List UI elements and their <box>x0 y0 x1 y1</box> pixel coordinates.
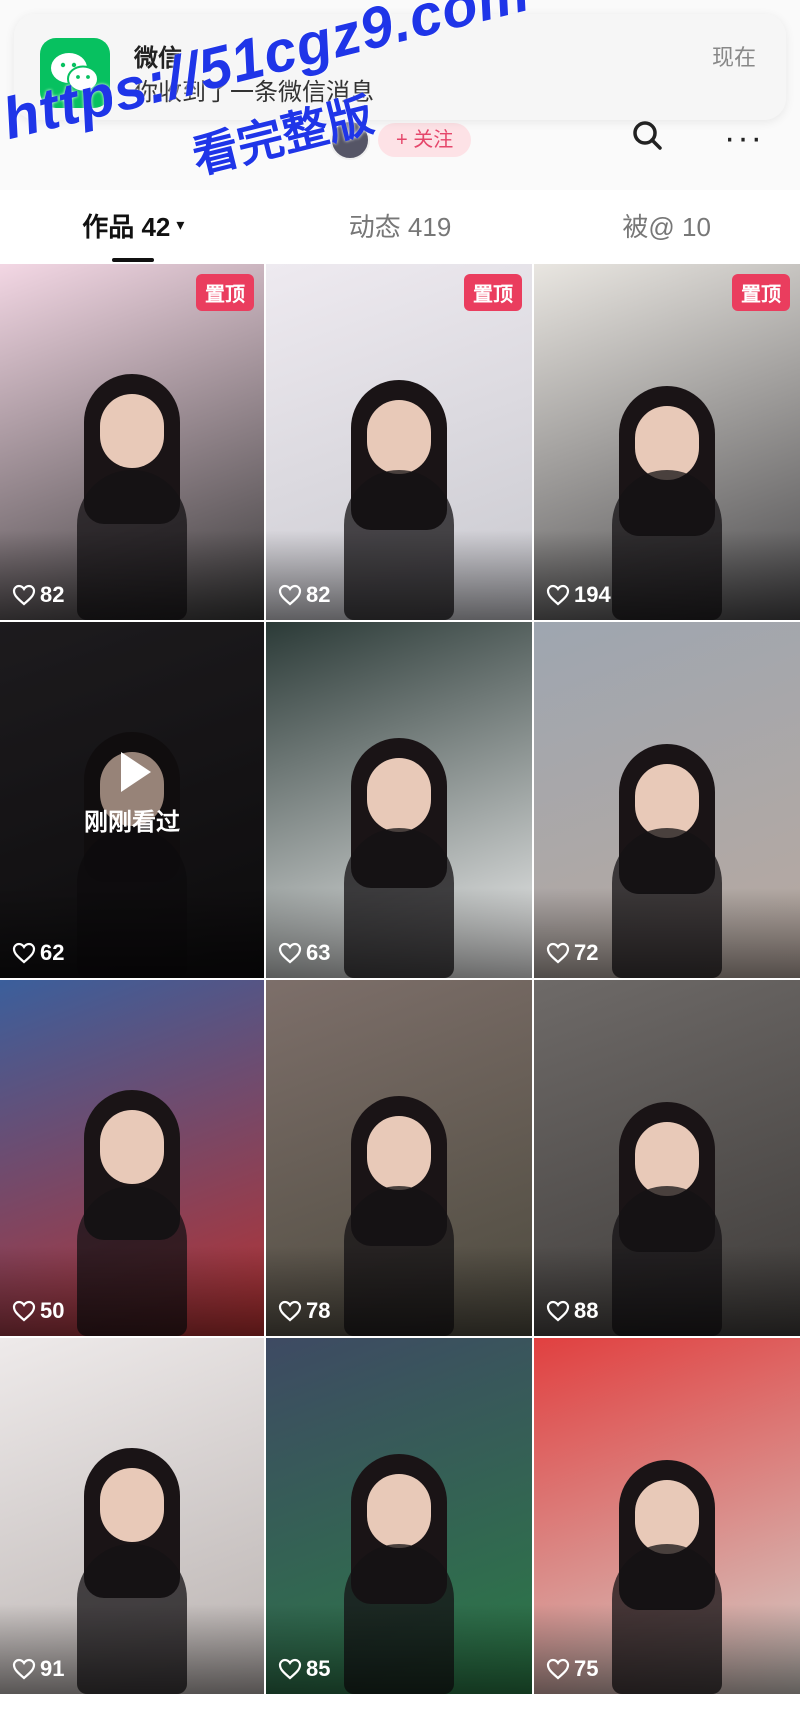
video-tile[interactable]: 置顶 82 <box>0 264 264 620</box>
thumbnail-face <box>100 394 164 468</box>
profile-avatar-row: + 关注 <box>330 120 472 160</box>
like-count-value: 72 <box>574 940 599 965</box>
video-grid: 置顶 82 置顶 82 置顶 194 刚刚看过 62 63 72 50 78 88 91 85 75 <box>0 264 800 1734</box>
video-tile[interactable]: 置顶 82 <box>266 264 532 620</box>
video-tile[interactable]: 88 <box>534 980 800 1336</box>
thumbnail-face <box>635 406 699 480</box>
wechat-notification[interactable]: 微信 你收到了一条微信消息 现在 <box>14 14 786 120</box>
play-icon[interactable] <box>121 752 151 792</box>
like-count-value: 194 <box>574 582 611 607</box>
heart-icon <box>546 1658 570 1680</box>
tab-posts[interactable]: 动态 419 <box>267 190 534 260</box>
tab-mentions-label: 被@ 10 <box>622 211 711 242</box>
like-count: 72 <box>546 940 598 966</box>
thumbnail-face <box>367 400 431 474</box>
like-count-value: 88 <box>574 1298 599 1323</box>
thumbnail-face <box>367 758 431 832</box>
heart-icon <box>12 1300 36 1322</box>
thumbnail-face <box>100 1468 164 1542</box>
like-count: 194 <box>546 582 611 608</box>
video-tile[interactable]: 78 <box>266 980 532 1336</box>
like-count: 82 <box>12 582 64 608</box>
like-count: 78 <box>278 1298 330 1324</box>
notification-time: 现在 <box>711 45 756 70</box>
heart-icon <box>278 1300 302 1322</box>
pinned-badge: 置顶 <box>464 274 522 311</box>
like-count: 91 <box>12 1656 64 1682</box>
tab-works-label: 作品 42 <box>82 211 171 242</box>
like-count: 85 <box>278 1656 330 1682</box>
heart-icon <box>546 942 570 964</box>
thumbnail-face <box>367 1116 431 1190</box>
like-count: 62 <box>12 940 64 966</box>
like-count-value: 82 <box>40 582 65 607</box>
video-tile[interactable]: 75 <box>534 1338 800 1694</box>
thumbnail-face <box>100 1110 164 1184</box>
notification-message: 你收到了一条微信消息 <box>134 79 374 106</box>
watched-label: 刚刚看过 <box>84 809 180 836</box>
heart-icon <box>278 584 302 606</box>
active-tab-indicator <box>112 258 154 262</box>
like-count-value: 82 <box>306 582 331 607</box>
thumbnail-face <box>367 1474 431 1548</box>
caret-down-icon: ▾ <box>176 217 185 234</box>
thumbnail-face <box>635 1480 699 1554</box>
heart-icon <box>12 942 36 964</box>
search-icon[interactable] <box>630 118 664 157</box>
heart-icon <box>12 1658 36 1680</box>
thumbnail-face <box>635 764 699 838</box>
like-count: 82 <box>278 582 330 608</box>
watched-overlay <box>0 622 264 978</box>
wechat-icon <box>40 38 110 108</box>
notification-app-name: 微信 <box>134 45 182 72</box>
heart-icon <box>278 942 302 964</box>
like-count: 75 <box>546 1656 598 1682</box>
pinned-badge: 置顶 <box>732 274 790 311</box>
follow-button[interactable]: + 关注 <box>378 123 472 157</box>
heart-icon <box>546 1300 570 1322</box>
video-tile[interactable]: 72 <box>534 622 800 978</box>
avatar[interactable] <box>330 120 370 160</box>
like-count-value: 85 <box>306 1656 331 1681</box>
like-count-value: 91 <box>40 1656 65 1681</box>
video-tile[interactable]: 50 <box>0 980 264 1336</box>
tab-mentions[interactable]: 被@ 10 <box>533 190 800 260</box>
like-count-value: 62 <box>40 940 65 965</box>
heart-icon <box>12 584 36 606</box>
video-tile[interactable]: 63 <box>266 622 532 978</box>
like-count: 50 <box>12 1298 64 1324</box>
like-count: 88 <box>546 1298 598 1324</box>
video-tile[interactable]: 刚刚看过 62 <box>0 622 264 978</box>
tab-posts-label: 动态 419 <box>348 211 452 242</box>
like-count: 63 <box>278 940 330 966</box>
thumbnail-face <box>635 1122 699 1196</box>
more-icon[interactable]: ··· <box>724 121 764 155</box>
tab-works[interactable]: 作品 42 ▾ <box>0 190 267 260</box>
heart-icon <box>546 584 570 606</box>
like-count-value: 50 <box>40 1298 65 1323</box>
like-count-value: 63 <box>306 940 331 965</box>
like-count-value: 78 <box>306 1298 331 1323</box>
video-tile[interactable]: 85 <box>266 1338 532 1694</box>
profile-tabs: 作品 42 ▾ 动态 419 被@ 10 <box>0 190 800 260</box>
header-actions: ··· <box>630 118 764 157</box>
pinned-badge: 置顶 <box>196 274 254 311</box>
video-tile[interactable]: 91 <box>0 1338 264 1694</box>
like-count-value: 75 <box>574 1656 599 1681</box>
heart-icon <box>278 1658 302 1680</box>
video-tile[interactable]: 置顶 194 <box>534 264 800 620</box>
